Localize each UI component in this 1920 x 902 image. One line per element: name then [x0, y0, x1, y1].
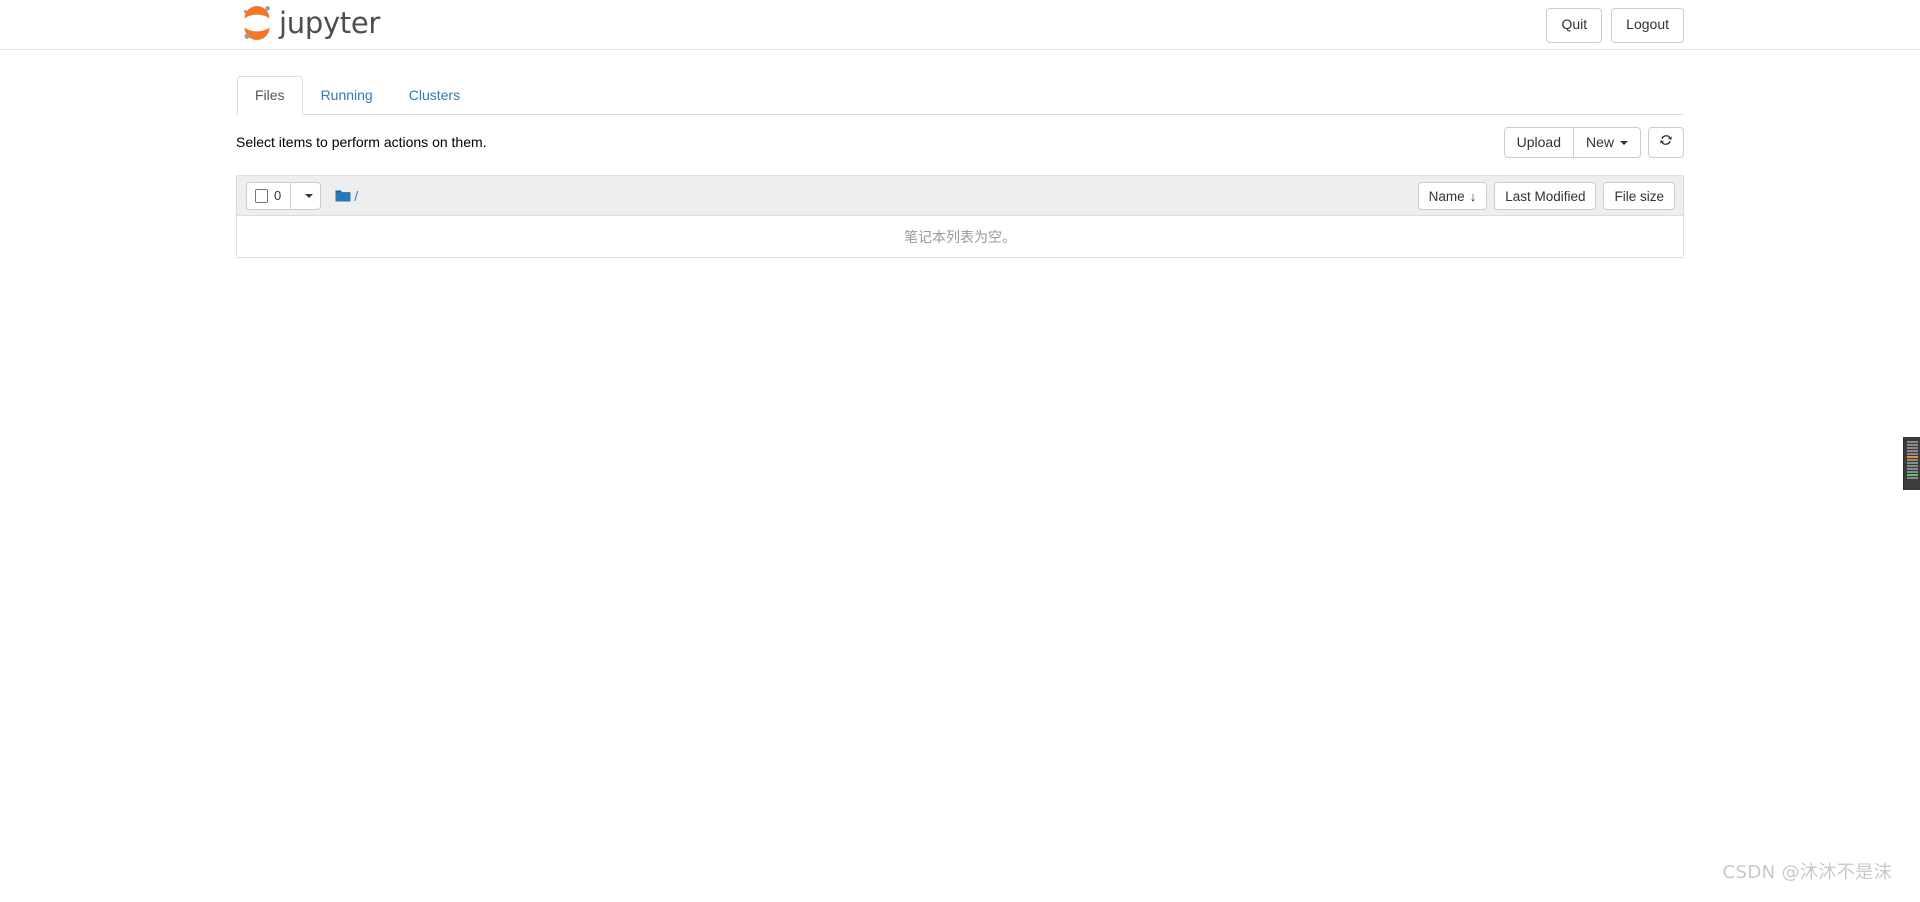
- chevron-down-icon: [1620, 140, 1628, 145]
- select-all-button[interactable]: 0: [246, 181, 292, 210]
- select-dropdown-button[interactable]: [291, 181, 322, 210]
- empty-list-row: 笔记本列表为空。: [237, 216, 1683, 257]
- chevron-down-icon: [304, 193, 313, 198]
- refresh-button[interactable]: [1648, 127, 1684, 158]
- header-container: jupyter Quit Logout: [236, 0, 1684, 50]
- code-minimap-widget[interactable]: [1903, 437, 1920, 490]
- upload-new-group: Upload New: [1503, 127, 1641, 158]
- tab-files[interactable]: Files: [237, 76, 303, 115]
- folder-icon: [335, 189, 351, 203]
- select-items-notice: Select items to perform actions on them.: [236, 134, 487, 150]
- minimap-line: [1907, 471, 1918, 473]
- jupyter-logo-link[interactable]: jupyter: [238, 2, 380, 44]
- minimap-line: [1907, 447, 1918, 449]
- refresh-icon: [1659, 133, 1673, 153]
- sort-button-group: Name ↓ Last Modified File size: [1417, 182, 1675, 210]
- minimap-line: [1907, 459, 1918, 461]
- select-all-group: 0: [246, 181, 322, 210]
- minimap-marker-green: [1907, 474, 1918, 476]
- logout-button[interactable]: Logout: [1611, 8, 1684, 43]
- sort-by-file-size-button[interactable]: File size: [1603, 182, 1675, 210]
- jupyter-logo-icon: [238, 3, 276, 43]
- minimap-line: [1907, 477, 1918, 479]
- minimap-line: [1907, 465, 1918, 467]
- breadcrumb: /: [335, 188, 358, 204]
- tab-bar: Files Running Clusters: [236, 76, 1684, 115]
- minimap-marker-orange: [1907, 456, 1918, 458]
- upload-button[interactable]: Upload: [1503, 127, 1574, 158]
- csdn-watermark: CSDN @沐沐不是沫: [1722, 862, 1892, 883]
- tab-running[interactable]: Running: [303, 76, 391, 115]
- action-button-group: Upload New: [1503, 127, 1684, 158]
- new-dropdown-button[interactable]: New: [1573, 127, 1641, 158]
- selected-count-label: 0: [274, 188, 282, 203]
- minimap-line: [1907, 453, 1918, 455]
- tab-clusters[interactable]: Clusters: [391, 76, 478, 115]
- sort-by-name-button[interactable]: Name ↓: [1417, 182, 1488, 210]
- file-list-toolbar: 0 / Name ↓ Last Modified File size: [237, 176, 1683, 216]
- checkbox-unchecked-icon[interactable]: [255, 188, 268, 203]
- sort-name-label: Name: [1428, 188, 1465, 204]
- minimap-line: [1907, 441, 1918, 443]
- new-dropdown-label: New: [1585, 133, 1614, 150]
- header-button-group: Quit Logout: [1546, 8, 1684, 43]
- minimap-line: [1907, 462, 1918, 464]
- empty-list-message: 笔记本列表为空。: [904, 229, 1016, 246]
- minimap-line: [1907, 468, 1918, 470]
- notice-toolbar-row: Select items to perform actions on them.…: [236, 127, 1684, 169]
- sort-by-last-modified-button[interactable]: Last Modified: [1494, 182, 1597, 210]
- file-list-panel: 0 / Name ↓ Last Modified File size 笔记本列表…: [236, 175, 1684, 258]
- sort-descending-arrow-icon: ↓: [1469, 188, 1477, 204]
- page-header: jupyter Quit Logout: [0, 0, 1920, 50]
- breadcrumb-root-link[interactable]: /: [354, 188, 358, 204]
- jupyter-brand-text: jupyter: [279, 5, 381, 40]
- minimap-line: [1907, 450, 1918, 452]
- main-content: Files Running Clusters Select items to p…: [236, 76, 1684, 258]
- quit-button[interactable]: Quit: [1546, 8, 1603, 43]
- minimap-line: [1907, 444, 1918, 446]
